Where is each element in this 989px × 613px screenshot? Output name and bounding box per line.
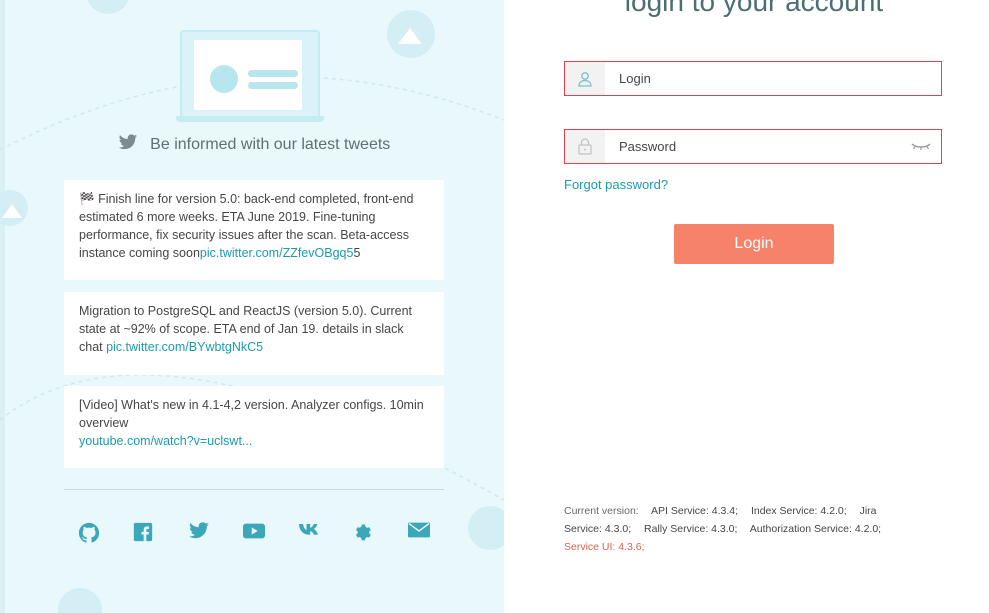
tweet-link[interactable]: pic.twitter.com/BYwbtgNkC5 bbox=[106, 340, 263, 354]
forgot-password-link[interactable]: Forgot password? bbox=[564, 177, 668, 192]
user-icon bbox=[565, 62, 605, 95]
facebook-icon[interactable] bbox=[133, 522, 155, 544]
monitor-stand bbox=[176, 116, 324, 122]
eye-closed-icon[interactable] bbox=[911, 140, 931, 158]
tweet-suffix: 5 bbox=[353, 246, 361, 260]
password-field bbox=[564, 129, 942, 164]
flag-icon: 🏁 bbox=[79, 192, 95, 206]
tweet-item: 🏁 Finish line for version 5.0: back-end … bbox=[64, 180, 444, 280]
ui-version: Service UI: 4.3.6; bbox=[564, 541, 645, 553]
profile-illustration-icon bbox=[210, 65, 238, 93]
login-button[interactable]: Login bbox=[674, 224, 834, 264]
tweet-link[interactable]: pic.twitter.com/ZZfevOBgq5 bbox=[200, 246, 354, 260]
gear-icon[interactable] bbox=[353, 522, 375, 544]
twitter-icon[interactable] bbox=[188, 522, 210, 544]
login-input[interactable] bbox=[619, 62, 919, 95]
password-input[interactable] bbox=[619, 130, 919, 163]
tweet-item: Migration to PostgreSQL and ReactJS (ver… bbox=[64, 292, 444, 375]
lock-icon bbox=[565, 130, 605, 163]
youtube-icon[interactable] bbox=[243, 522, 265, 544]
divider bbox=[64, 489, 444, 490]
page-title: login to your account bbox=[624, 0, 884, 17]
login-field bbox=[564, 61, 942, 96]
monitor-illustration bbox=[180, 30, 320, 120]
tweet-text: [Video] What's new in 4.1-4,2 version. A… bbox=[79, 398, 424, 430]
social-links bbox=[64, 522, 444, 544]
info-panel: Be informed with our latest tweets 🏁 Fin… bbox=[0, 0, 504, 613]
vk-icon[interactable] bbox=[298, 522, 320, 544]
tweets-header: Be informed with our latest tweets bbox=[64, 134, 444, 154]
twitter-icon bbox=[118, 134, 137, 150]
rally-version: Rally Service: 4.3.0; bbox=[644, 523, 738, 535]
github-icon[interactable] bbox=[78, 522, 100, 544]
auth-version: Authorization Service: 4.2.0; bbox=[749, 523, 882, 535]
index-version: Index Service: 4.2.0; bbox=[750, 505, 847, 517]
api-version: API Service: 4.3.4; bbox=[651, 505, 739, 517]
version-label: Current version: bbox=[564, 505, 639, 517]
tweets-header-text: Be informed with our latest tweets bbox=[150, 136, 391, 153]
tweet-item: [Video] What's new in 4.1-4,2 version. A… bbox=[64, 386, 444, 468]
email-icon[interactable] bbox=[408, 522, 430, 544]
version-info: Current version: API Service: 4.3.4; Ind… bbox=[564, 502, 914, 556]
tweet-link[interactable]: youtube.com/watch?v=uclswt... bbox=[79, 434, 252, 448]
